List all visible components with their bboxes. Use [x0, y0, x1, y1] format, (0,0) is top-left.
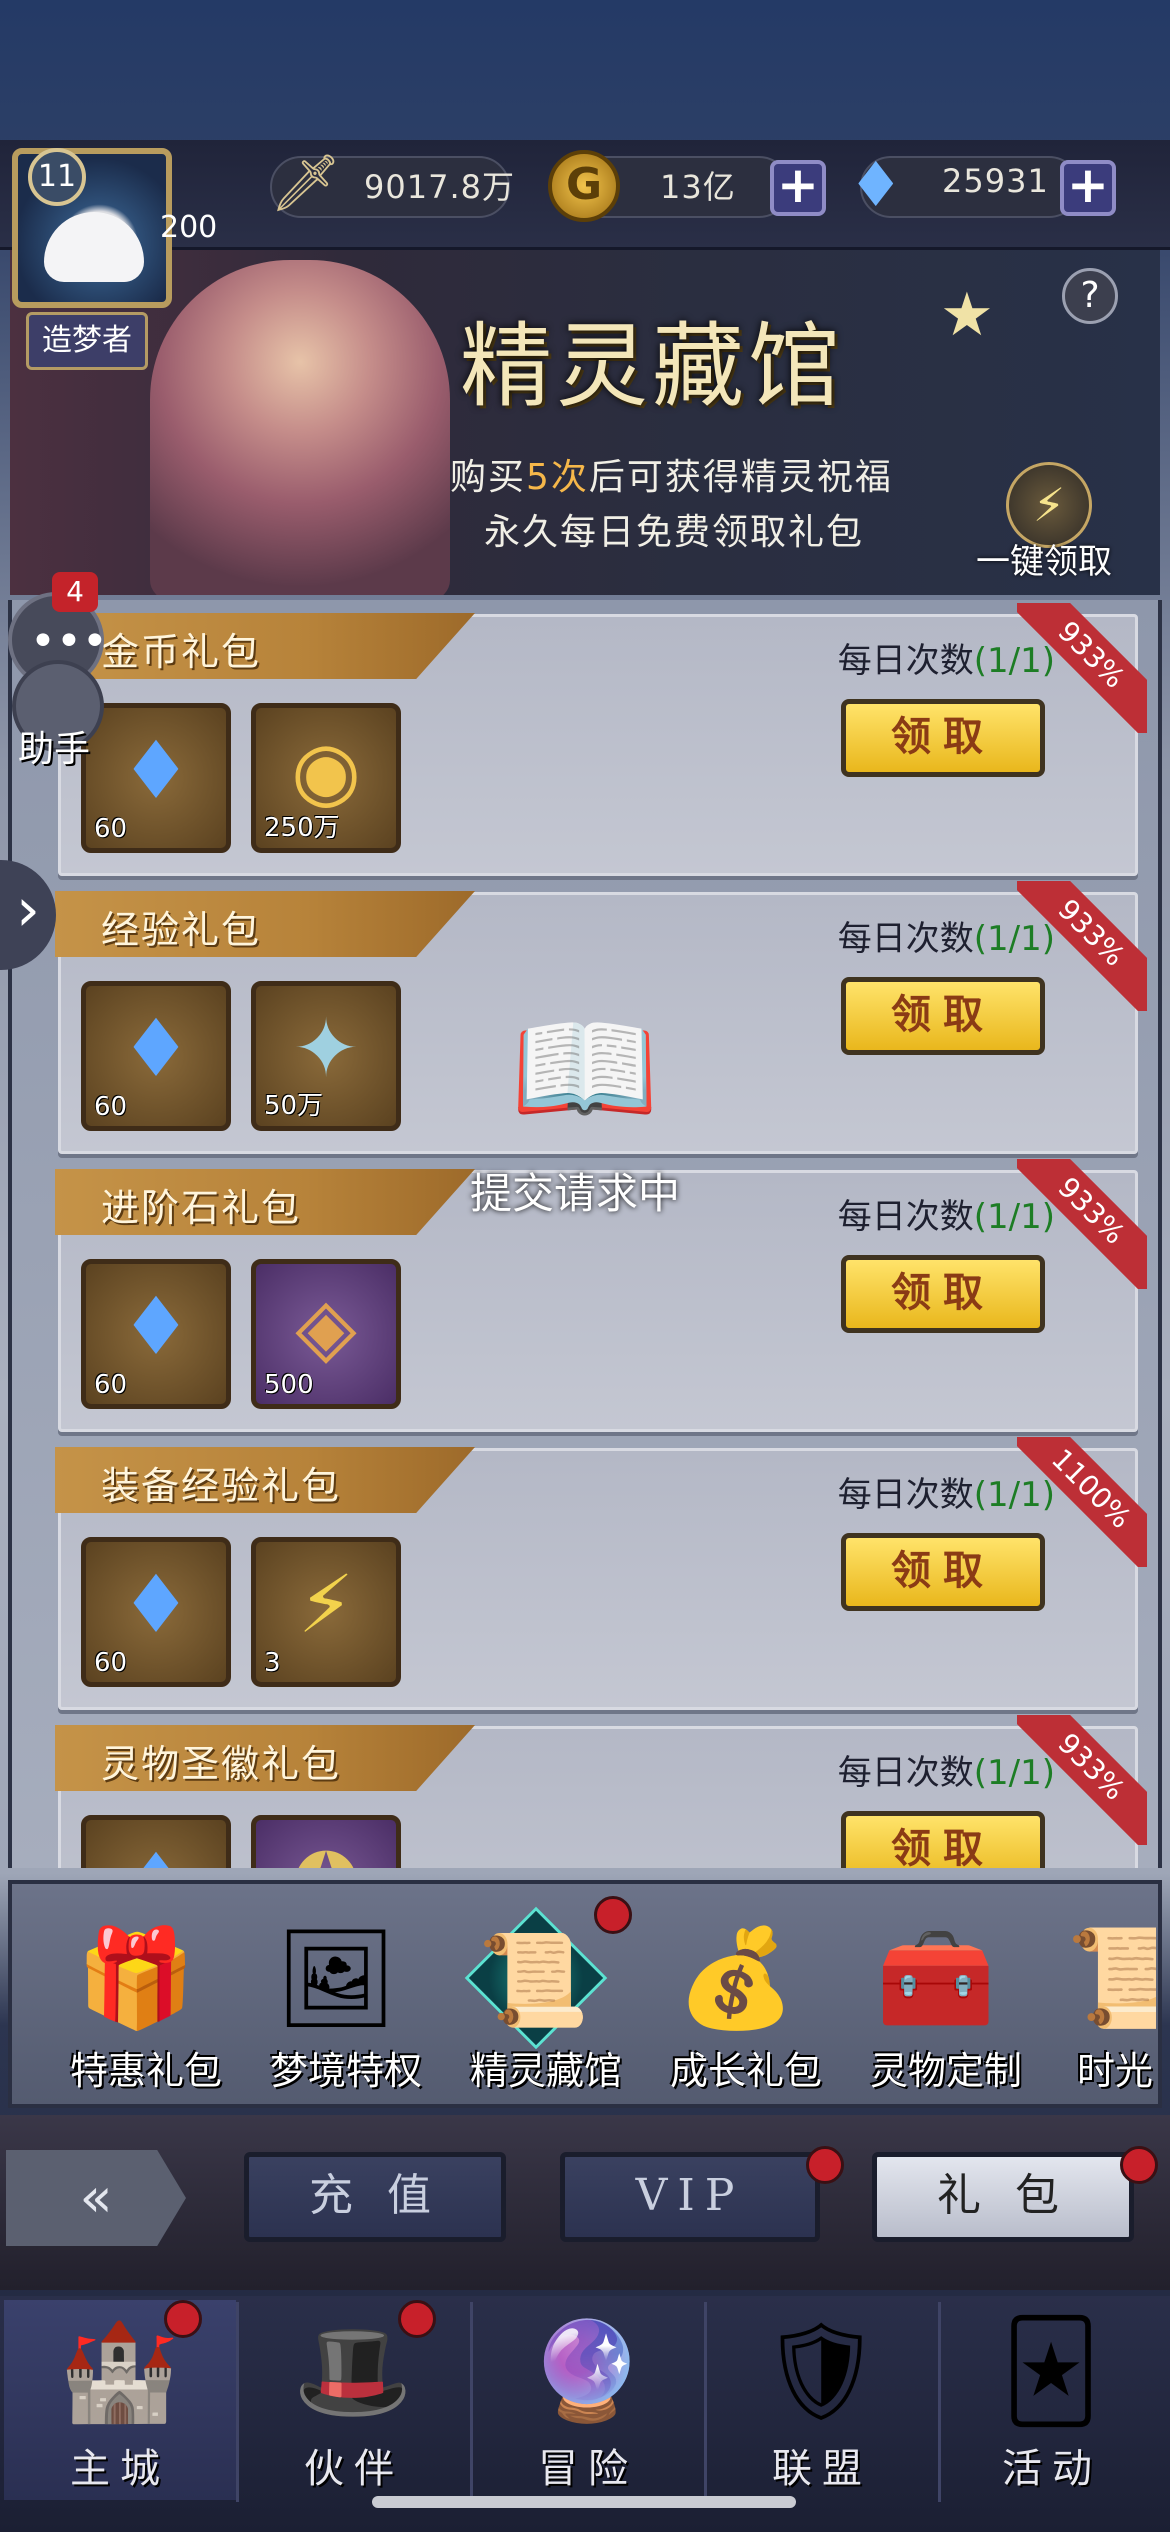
recharge-button[interactable]: 充 值 — [244, 2152, 506, 2242]
nav-main-city[interactable]: 🏰 主城 — [4, 2300, 236, 2500]
pack-card: 灵物圣徽礼包 每日次数(1/1) 933% ♦ ✪ 领取 — [55, 1715, 1147, 1868]
game-screen: { "player":{"level":"11","level_sub":"20… — [0, 0, 1170, 2532]
claim-button[interactable]: 领取 — [841, 1811, 1045, 1868]
portal-icon: 🔮 — [527, 2315, 647, 2427]
chat-icon: ••• — [30, 616, 108, 667]
pack-title: 经验礼包 — [101, 908, 262, 952]
claim-button[interactable]: 领取 — [841, 1255, 1045, 1333]
claim-button[interactable]: 领取 — [841, 1533, 1045, 1611]
reward-item[interactable]: ◉ 250万 — [251, 703, 401, 853]
spirit-hall-icon: 📜 — [464, 1906, 608, 2050]
diamond-icon: ♦ — [120, 1558, 192, 1651]
gift-button[interactable]: 礼 包 — [872, 2152, 1134, 2242]
pack-title: 灵物圣徽礼包 — [101, 1742, 342, 1786]
gold-value: 13亿 — [660, 168, 736, 206]
diamond-icon: ♦ — [848, 148, 904, 221]
banner-description-2: 永久每日免费领取礼包 — [484, 512, 865, 553]
notification-dot — [398, 2300, 436, 2338]
reward-item[interactable]: ◈ 500 — [251, 1259, 401, 1409]
chat-badge: 4 — [52, 572, 98, 612]
reward-item[interactable]: ♦ 60 — [81, 1537, 231, 1687]
diamond-icon: ♦ — [86, 1836, 226, 1868]
advance-stone-icon: ◈ — [295, 1280, 357, 1373]
rabbit-girl-illustration — [150, 260, 450, 595]
gold-coin-icon: G — [548, 150, 620, 222]
diamond-value: 25931 — [942, 162, 1049, 200]
portrait-frame-icon: 🖼 — [275, 1922, 397, 2034]
diamond-icon: ♦ — [120, 1280, 192, 1373]
notification-dot — [1120, 2146, 1158, 2184]
pack-title: 装备经验礼包 — [101, 1464, 342, 1508]
shield-icon: 🛡 — [760, 2315, 882, 2427]
nav-adventure[interactable]: 🔮 冒险 — [472, 2300, 704, 2500]
pack-card: 金币礼包 每日次数(1/1) 933% ♦ 60 ◉ 250万 领取 — [55, 603, 1147, 876]
add-gold-button[interactable]: + — [770, 160, 826, 216]
tab-growth-gift[interactable]: 💰 成长礼包 — [646, 1900, 826, 2100]
claim-all-button[interactable]: 一键领取 — [976, 534, 1112, 583]
add-diamond-button[interactable]: + — [1060, 160, 1116, 216]
emblem-icon: ✪ — [256, 1836, 396, 1868]
help-icon[interactable]: ? — [1062, 268, 1118, 324]
pack-title: 进阶石礼包 — [101, 1186, 302, 1230]
reward-item[interactable]: ⚡ 3 — [251, 1537, 401, 1687]
notification-dot — [806, 2146, 844, 2184]
home-indicator[interactable] — [372, 2496, 796, 2508]
tab-spirit-hall[interactable]: 📜 精灵藏馆 — [446, 1900, 626, 2100]
pack-title: 金币礼包 — [101, 630, 262, 674]
level-badge: 11 — [28, 148, 86, 206]
nav-activity[interactable]: 🃏 活动 — [936, 2300, 1168, 2500]
cards-icon: 🃏 — [1001, 2315, 1101, 2427]
reward-item[interactable]: ♦ 60 — [81, 981, 231, 1131]
claim-button[interactable]: 领取 — [841, 699, 1045, 777]
reward-item[interactable]: ♦ 60 — [81, 1259, 231, 1409]
diamond-icon: ♦ — [120, 1002, 192, 1095]
nav-partner[interactable]: 🎩 伙伴 — [238, 2300, 470, 2500]
tab-special-gift[interactable]: 🎁 特惠礼包 — [46, 1900, 226, 2100]
tab-dream-privilege[interactable]: 🖼 梦境特权 — [246, 1900, 426, 2100]
custom-chest-icon: 🧰 — [876, 1922, 996, 2034]
treasure-chest-icon: 💰 — [676, 1922, 796, 2034]
tab-time[interactable]: 📜 时光 — [1030, 1900, 1156, 2100]
gift-box-icon: 🎁 — [76, 1922, 196, 2034]
lightning-badge-icon: ⚡ — [297, 1558, 355, 1651]
helper-label: 助手 — [18, 729, 91, 770]
tab-custom-item[interactable]: 🧰 灵物定制 — [846, 1900, 1026, 2100]
level-sub-value: 200 — [160, 210, 218, 245]
banner-description-1: 购买5次后可获得精灵祝福 — [450, 457, 893, 498]
pack-list: 金币礼包 每日次数(1/1) 933% ♦ 60 ◉ 250万 领取 经验礼包 每日… — [8, 600, 1162, 1868]
scroll-icon: 📜 — [1066, 1922, 1156, 2034]
reward-item[interactable]: ♦ 60 — [81, 703, 231, 853]
notification-dot — [594, 1896, 632, 1934]
power-value: 9017.8万 — [364, 168, 515, 206]
loading-text: 提交请求中 — [470, 1169, 681, 1218]
vip-button[interactable]: VIP — [560, 2152, 820, 2242]
reward-item[interactable]: ✪ — [251, 1815, 401, 1868]
player-title-badge: 造梦者 — [26, 312, 148, 370]
notification-dot — [164, 2300, 202, 2338]
banner-title: 精灵藏馆 — [460, 313, 845, 420]
reward-item[interactable]: ✦ 50万 — [251, 981, 401, 1131]
pack-card: 装备经验礼包 每日次数(1/1) 1100% ♦ 60 ⚡ 3 领取 — [55, 1437, 1147, 1710]
open-book-icon: 📖 — [510, 1000, 660, 1139]
reward-item[interactable]: ♦ — [81, 1815, 231, 1868]
claim-button[interactable]: 领取 — [841, 977, 1045, 1055]
exp-star-icon: ✦ — [292, 1002, 360, 1095]
sword-icon: 🗡 — [270, 151, 342, 216]
star-icon: ★ — [940, 280, 994, 350]
nav-alliance[interactable]: 🛡 联盟 — [706, 2300, 938, 2500]
diamond-icon: ♦ — [120, 724, 192, 817]
gold-coin-icon: ◉ — [291, 724, 361, 817]
back-arrow-icon[interactable]: « — [6, 2150, 186, 2246]
